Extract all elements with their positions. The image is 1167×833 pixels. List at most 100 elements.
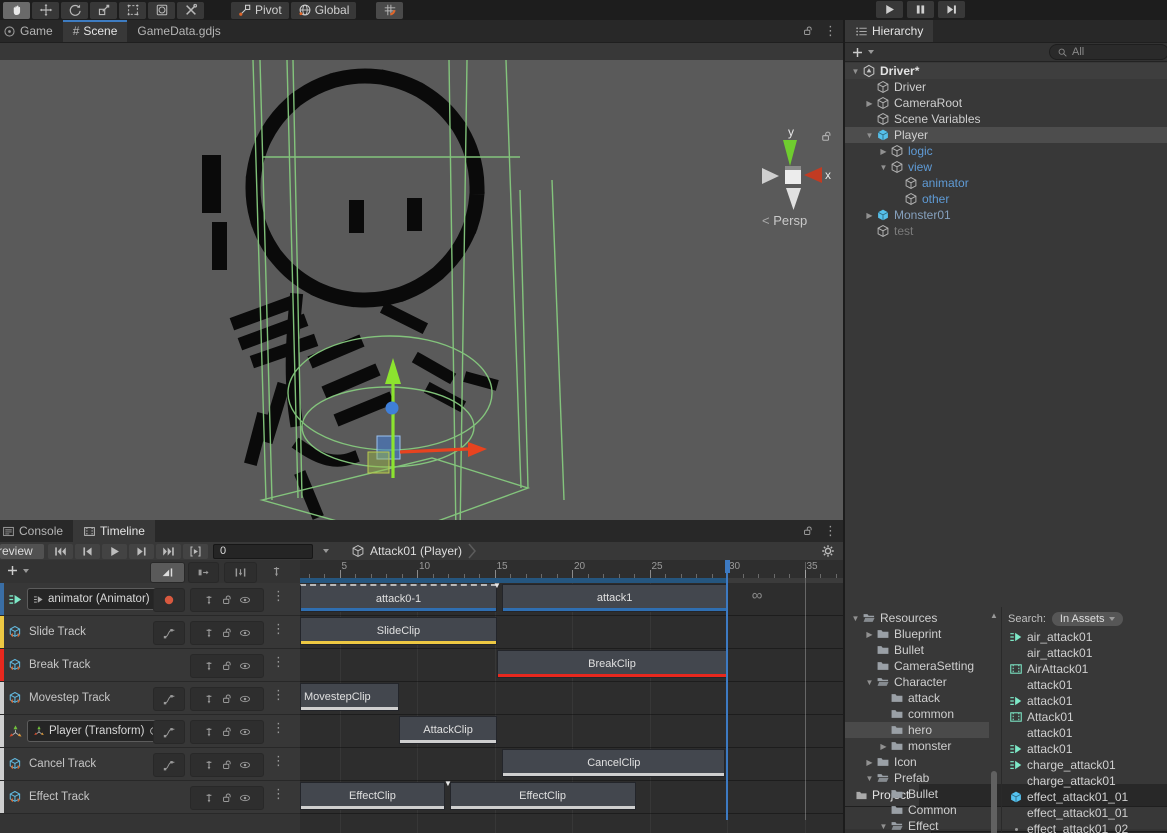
project-tree-item[interactable]: ▶monster — [845, 738, 989, 754]
rect-tool[interactable] — [119, 2, 146, 19]
track-name-box[interactable]: Player (Transform) — [27, 720, 166, 742]
lock-toggle[interactable] — [221, 693, 233, 705]
gizmo-lock-icon[interactable] — [820, 130, 833, 143]
search-result-item[interactable]: effect_attack01_01 — [1008, 789, 1167, 805]
timeline-track-lane[interactable]: MovestepClip — [300, 682, 843, 715]
timeline-track-header[interactable]: Movestep Track⋮ — [0, 682, 300, 715]
pin-toggle[interactable] — [203, 726, 215, 738]
search-result-item[interactable]: effect_attack01_02 — [1008, 821, 1167, 833]
foldout-arrow[interactable]: ▼ — [877, 822, 890, 831]
timeline-clip[interactable]: EffectClip — [300, 782, 445, 810]
move-tool[interactable] — [32, 2, 59, 19]
step-button[interactable] — [938, 1, 965, 18]
timeline-clip[interactable]: MovestepClip — [300, 683, 399, 711]
hierarchy-item[interactable]: ▶logic — [845, 143, 1167, 159]
timeline-clip[interactable]: CancelClip — [502, 749, 725, 777]
track-menu-button[interactable]: ⋮ — [272, 687, 285, 703]
hierarchy-item[interactable]: animator — [845, 175, 1167, 191]
curves-button[interactable] — [153, 621, 185, 645]
lock-toggle[interactable] — [221, 594, 233, 606]
marker-pin-button[interactable] — [263, 562, 290, 581]
hierarchy-search-input[interactable]: All — [1049, 44, 1167, 60]
foldout-arrow[interactable]: ▶ — [863, 99, 876, 108]
record-button[interactable] — [153, 588, 185, 612]
track-menu-button[interactable]: ⋮ — [272, 654, 285, 670]
timeline-track-lane[interactable]: EffectClipEffectClip▼ — [300, 781, 843, 814]
preview-toggle[interactable]: Preview — [0, 544, 44, 559]
project-tree-item[interactable]: ▼Resources — [845, 610, 989, 626]
lock-toggle[interactable] — [221, 792, 233, 804]
pin-toggle[interactable] — [203, 693, 215, 705]
timeline-track-header[interactable]: Player (Transform) ⋮ — [0, 715, 300, 748]
lock-toggle[interactable] — [221, 759, 233, 771]
tab-timeline[interactable]: Timeline — [73, 520, 155, 542]
project-tree-item[interactable]: attack — [845, 690, 989, 706]
project-tree-item[interactable]: Bullet — [845, 786, 989, 802]
search-result-item[interactable]: air_attack01 — [1008, 629, 1167, 645]
pin-toggle[interactable] — [203, 594, 215, 606]
track-menu-button[interactable]: ⋮ — [272, 753, 285, 769]
mute-toggle[interactable] — [239, 660, 251, 672]
search-result-item[interactable]: Attack01 — [1008, 709, 1167, 725]
kebab-menu-icon[interactable]: ⋮ — [824, 523, 837, 539]
mute-toggle[interactable] — [239, 594, 251, 606]
pin-toggle[interactable] — [203, 792, 215, 804]
custom-tool[interactable] — [177, 2, 204, 19]
lock-toggle[interactable] — [221, 660, 233, 672]
scroll-up-arrow[interactable]: ▲ — [989, 611, 999, 620]
scene-view[interactable]: y x < Persp — [0, 60, 843, 520]
hierarchy-item[interactable]: ▶CameraRoot — [845, 95, 1167, 111]
track-name-box[interactable]: animator (Animator) — [27, 588, 172, 610]
timeline-clip[interactable]: attack1 — [502, 584, 727, 612]
pivot-toggle[interactable]: Pivot — [231, 2, 289, 19]
global-toggle[interactable]: Global — [291, 2, 357, 19]
hierarchy-item[interactable]: Scene Variables — [845, 111, 1167, 127]
search-result-item[interactable]: air_attack01 — [1008, 645, 1167, 661]
timeline-track-header[interactable]: Slide Track⋮ — [0, 616, 300, 649]
project-tree-item[interactable]: CameraSetting — [845, 658, 989, 674]
mute-toggle[interactable] — [239, 792, 251, 804]
foldout-arrow[interactable]: ▼ — [863, 678, 876, 687]
search-result-item[interactable]: attack01 — [1008, 677, 1167, 693]
hierarchy-item[interactable]: ▼Driver* — [845, 63, 1167, 79]
foldout-arrow[interactable]: ▶ — [863, 211, 876, 220]
track-menu-button[interactable]: ⋮ — [272, 621, 285, 637]
project-tree-item[interactable]: hero — [845, 722, 989, 738]
projection-label[interactable]: < Persp — [762, 213, 807, 228]
tab-gamedata[interactable]: GameData.gdjs — [127, 20, 230, 42]
search-result-item[interactable]: AirAttack01 — [1008, 661, 1167, 677]
track-menu-button[interactable]: ⋮ — [272, 720, 285, 736]
timeline-track-lane[interactable]: CancelClip — [300, 748, 843, 781]
timeline-clip[interactable]: SlideClip — [300, 617, 497, 645]
timeline-track-header[interactable]: Effect Track⋮ — [0, 781, 300, 814]
project-tree-item[interactable]: Common — [845, 802, 989, 818]
timeline-track-lane[interactable]: SlideClip — [300, 616, 843, 649]
track-menu-button[interactable]: ⋮ — [272, 786, 285, 802]
search-scope-dropdown[interactable]: In Assets — [1052, 612, 1123, 626]
timeline-play-button[interactable] — [102, 544, 127, 559]
hand-tool[interactable] — [3, 2, 30, 19]
hierarchy-item[interactable]: test — [845, 223, 1167, 239]
timeline-track-lane[interactable]: BreakClip — [300, 649, 843, 682]
timeline-track-header[interactable]: Break Track⋮ — [0, 649, 300, 682]
tab-game[interactable]: Game — [0, 20, 63, 42]
curves-button[interactable] — [153, 753, 185, 777]
timeline-track-header[interactable]: Cancel Track⋮ — [0, 748, 300, 781]
foldout-arrow[interactable]: ▶ — [863, 630, 876, 639]
mute-toggle[interactable] — [239, 726, 251, 738]
replace-mode-button[interactable] — [224, 562, 257, 583]
scale-tool[interactable] — [90, 2, 117, 19]
hierarchy-item[interactable]: ▼view — [845, 159, 1167, 175]
timeline-clip[interactable]: AttackClip — [399, 716, 497, 744]
add-track-button[interactable] — [6, 564, 29, 577]
project-tree-item[interactable]: ▶Icon — [845, 754, 989, 770]
goto-start-button[interactable] — [48, 544, 73, 559]
chevron-down-icon[interactable] — [323, 549, 329, 553]
project-tree-item[interactable]: ▼Prefab — [845, 770, 989, 786]
track-menu-button[interactable]: ⋮ — [272, 588, 285, 604]
timeline-ruler[interactable]: 5101520253035 — [300, 560, 843, 584]
lock-toggle[interactable] — [221, 627, 233, 639]
scrollbar-thumb[interactable] — [991, 771, 997, 833]
hierarchy-item[interactable]: ▼Player — [845, 127, 1167, 143]
tab-scene[interactable]: # Scene — [63, 20, 128, 42]
